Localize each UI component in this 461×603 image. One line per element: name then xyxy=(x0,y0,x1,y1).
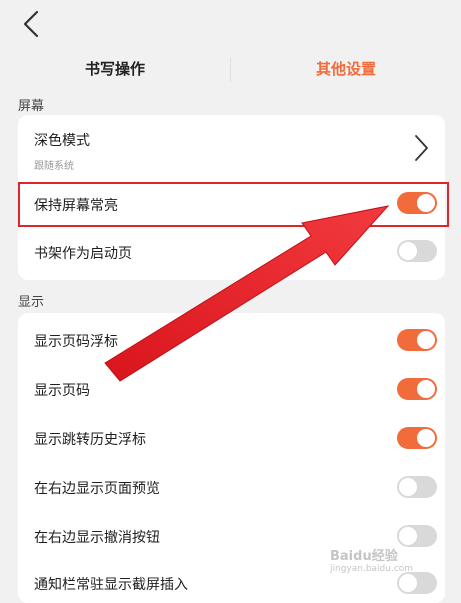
page-preview-label: 在右边显示页面预览 xyxy=(34,481,160,497)
section-title-screen: 屏幕 xyxy=(18,99,45,114)
jump-history-toggle[interactable] xyxy=(397,427,437,449)
toggle-knob xyxy=(417,380,435,398)
toggle-knob xyxy=(399,527,417,545)
page-float-label: 显示页码浮标 xyxy=(34,334,118,350)
page-preview-toggle[interactable] xyxy=(397,476,437,498)
section-title-display: 显示 xyxy=(18,295,45,310)
dark-mode-label: 深色模式 xyxy=(34,133,90,149)
toggle-knob xyxy=(399,478,417,496)
undo-button-label: 在右边显示撤消按钮 xyxy=(34,530,160,546)
bookshelf-startup-label: 书架作为启动页 xyxy=(34,246,132,262)
screenshot-insert-toggle[interactable] xyxy=(397,572,437,594)
page-preview-row: 在右边显示页面预览 xyxy=(18,465,445,510)
back-button[interactable] xyxy=(16,10,48,42)
jump-history-row: 显示跳转历史浮标 xyxy=(18,416,445,461)
page-number-toggle[interactable] xyxy=(397,378,437,400)
toggle-knob xyxy=(399,574,417,592)
dark-mode-row[interactable]: 深色模式 跟随系统 xyxy=(18,115,445,181)
keep-screen-on-label: 保持屏幕常亮 xyxy=(34,198,118,214)
chevron-left-icon xyxy=(23,10,39,38)
toggle-knob xyxy=(417,331,435,349)
bookshelf-startup-toggle[interactable] xyxy=(397,240,437,262)
tab-writing[interactable]: 书写操作 xyxy=(0,50,230,88)
page-float-row: 显示页码浮标 xyxy=(18,318,445,363)
chevron-right-icon xyxy=(415,135,428,161)
keep-screen-on-row: 保持屏幕常亮 xyxy=(18,182,445,227)
screenshot-insert-label: 通知栏常驻显示截屏插入 xyxy=(34,577,188,593)
tab-other-settings[interactable]: 其他设置 xyxy=(231,50,461,88)
watermark-subtext: jingyan.baidu.com xyxy=(330,564,414,574)
page-number-label: 显示页码 xyxy=(34,383,90,399)
page-float-toggle[interactable] xyxy=(397,329,437,351)
dark-mode-sublabel: 跟随系统 xyxy=(34,161,74,172)
screen-settings-card: 深色模式 跟随系统 保持屏幕常亮 书架作为启动页 xyxy=(18,115,445,280)
undo-button-toggle[interactable] xyxy=(397,525,437,547)
toggle-knob xyxy=(417,429,435,447)
keep-screen-on-toggle[interactable] xyxy=(397,192,437,214)
tab-bar: 书写操作 其他设置 xyxy=(0,50,461,88)
toggle-knob xyxy=(399,242,417,260)
watermark-text: Baidu经验 xyxy=(330,549,398,564)
bookshelf-startup-row: 书架作为启动页 xyxy=(18,230,445,275)
toggle-knob xyxy=(417,194,435,212)
watermark: Baidu经验 jingyan.baidu.com xyxy=(330,545,413,574)
page-number-row: 显示页码 xyxy=(18,367,445,412)
jump-history-label: 显示跳转历史浮标 xyxy=(34,432,146,448)
